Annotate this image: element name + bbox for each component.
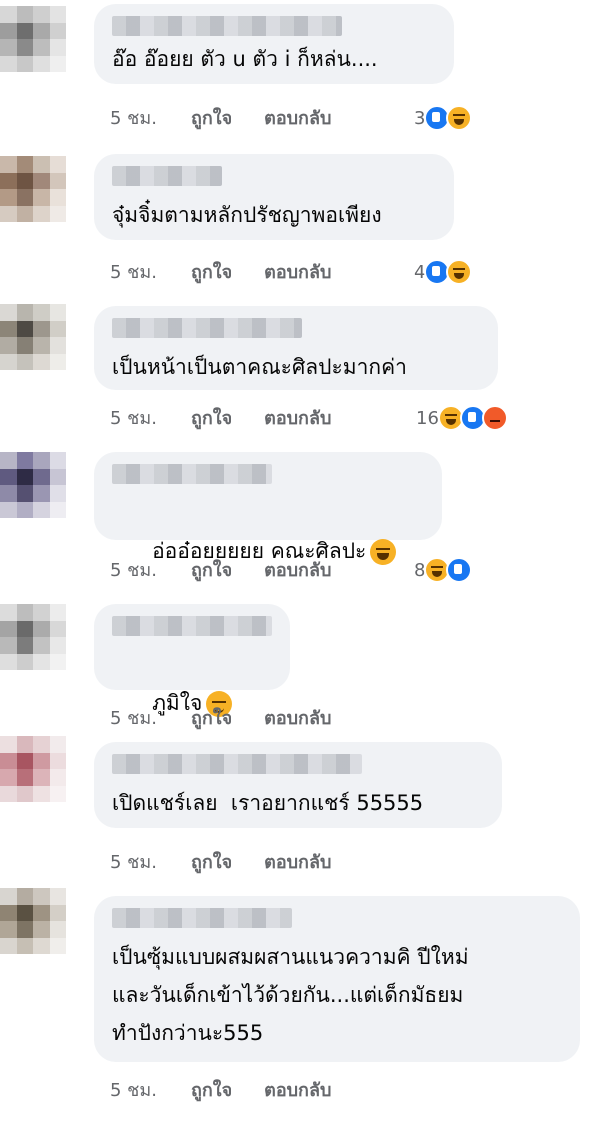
angry-reaction-icon: [481, 405, 508, 431]
comment-time[interactable]: 5 ชม.: [110, 1075, 157, 1104]
reply-button[interactable]: ตอบกลับ: [264, 103, 331, 132]
reply-button[interactable]: ตอบกลับ: [264, 257, 331, 286]
like-reaction-icon: [446, 557, 473, 583]
reaction-count: 16: [416, 407, 439, 429]
comment-time[interactable]: 5 ชม.: [110, 257, 157, 286]
comment-bubble: จุ๋มจิ๋มตามหลักปรัชญาพอเพียง: [94, 154, 454, 240]
comment-time[interactable]: 5 ชม.: [110, 703, 157, 732]
like-button[interactable]: ถูกใจ: [191, 847, 232, 876]
commenter-name[interactable]: [112, 166, 222, 186]
avatar[interactable]: [0, 452, 66, 518]
reaction-summary[interactable]: 8: [414, 557, 473, 583]
reply-button[interactable]: ตอบกลับ: [264, 403, 331, 432]
commenter-name[interactable]: [112, 318, 302, 338]
avatar[interactable]: [0, 156, 66, 222]
comment-actions: 5 ชม. ถูกใจ ตอบกลับ: [110, 402, 363, 432]
avatar[interactable]: [0, 6, 66, 72]
commenter-name[interactable]: [112, 16, 342, 36]
reaction-summary[interactable]: 16: [416, 405, 508, 431]
avatar[interactable]: [0, 304, 66, 370]
reply-button[interactable]: ตอบกลับ: [264, 1075, 331, 1104]
laughing-crying-emoji: [370, 539, 397, 565]
haha-reaction-icon: [446, 259, 473, 285]
reaction-summary[interactable]: 4: [414, 259, 473, 285]
reaction-summary[interactable]: 3: [414, 105, 473, 131]
comment-actions: 5 ชม. ถูกใจ ตอบกลับ: [110, 256, 363, 286]
comment-bubble: อ่ออ๋อยยยยย คณะศิลปะ: [94, 452, 442, 565]
reply-button[interactable]: ตอบกลับ: [264, 847, 331, 876]
comment-bubble: เปิดแชร์เลย เราอยากแชร์ 55555: [94, 742, 502, 828]
comment-actions: 5 ชม. ถูกใจ ตอบกลับ: [110, 554, 363, 584]
like-button[interactable]: ถูกใจ: [191, 555, 232, 584]
comment-actions: 5 ชม. ถูกใจ ตอบกลับ: [110, 102, 363, 132]
commenter-name[interactable]: [112, 616, 272, 636]
reply-button[interactable]: ตอบกลับ: [264, 555, 331, 584]
comment-time[interactable]: 5 ชม.: [110, 555, 157, 584]
comment-bubble: เป็นซุ้มแบบผสมผสานแนวความคิ ปีใหม่ และวั…: [94, 896, 580, 1062]
commenter-name[interactable]: [112, 464, 272, 484]
comment-actions: 5 ชม. ถูกใจ ตอบกลับ: [110, 702, 363, 732]
comment-actions: 5 ชม. ถูกใจ ตอบกลับ: [110, 1074, 363, 1104]
like-button[interactable]: ถูกใจ: [191, 257, 232, 286]
haha-reaction-icon: [446, 105, 473, 131]
comment-text: เป็นซุ้มแบบผสมผสานแนวความคิ ปีใหม่ และวั…: [112, 945, 469, 1045]
comment-actions: 5 ชม. ถูกใจ ตอบกลับ: [110, 846, 363, 876]
avatar[interactable]: [0, 888, 66, 954]
comment-text: เป็นหน้าเป็นตาคณะศิลปะมากค่า: [112, 355, 407, 379]
like-button[interactable]: ถูกใจ: [191, 1075, 232, 1104]
comment-text: อ๊อ อ๊อยย ตัว u ตัว i ก็หล่น....: [112, 47, 378, 71]
comment-bubble: ภูมิใจ: [94, 604, 290, 717]
comment-time[interactable]: 5 ชม.: [110, 103, 157, 132]
comment-text: อ่ออ๋อยยยยย คณะศิลปะ: [112, 494, 426, 608]
comment-text: จุ๋มจิ๋มตามหลักปรัชญาพอเพียง: [112, 203, 382, 227]
like-button[interactable]: ถูกใจ: [191, 103, 232, 132]
commenter-name[interactable]: [112, 754, 362, 774]
comment-bubble: อ๊อ อ๊อยย ตัว u ตัว i ก็หล่น....: [94, 4, 454, 84]
avatar[interactable]: [0, 604, 66, 670]
comment-bubble: เป็นหน้าเป็นตาคณะศิลปะมากค่า: [94, 306, 498, 390]
comment-time[interactable]: 5 ชม.: [110, 847, 157, 876]
like-button[interactable]: ถูกใจ: [191, 703, 232, 732]
reply-button[interactable]: ตอบกลับ: [264, 703, 331, 732]
comment-time[interactable]: 5 ชม.: [110, 403, 157, 432]
avatar[interactable]: [0, 736, 66, 802]
commenter-name[interactable]: [112, 908, 292, 928]
comment-text: เปิดแชร์เลย เราอยากแชร์ 55555: [112, 791, 424, 815]
like-button[interactable]: ถูกใจ: [191, 403, 232, 432]
